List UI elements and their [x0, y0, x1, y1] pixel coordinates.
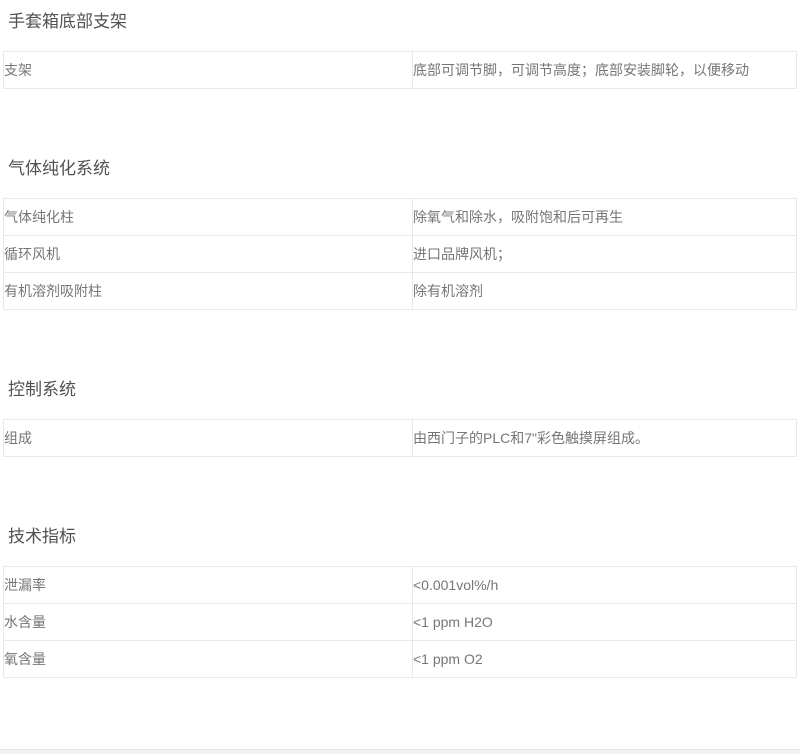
spec-table: 泄漏率 <0.001vol%/h 水含量 <1 ppm H2O 氧含量 <1 p… [3, 566, 797, 678]
table-row: 气体纯化柱 除氧气和除水，吸附饱和后可再生 [4, 199, 797, 236]
spec-table: 组成 由西门子的PLC和7"彩色触摸屏组成。 [3, 419, 797, 457]
spec-value: 进口品牌风机； [413, 236, 797, 273]
spec-label: 气体纯化柱 [4, 199, 413, 236]
section-control-system: 控制系统 组成 由西门子的PLC和7"彩色触摸屏组成。 [0, 381, 800, 457]
spec-label: 有机溶剂吸附柱 [4, 273, 413, 310]
spec-value: 除氧气和除水，吸附饱和后可再生 [413, 199, 797, 236]
table-row: 泄漏率 <0.001vol%/h [4, 567, 797, 604]
spec-page: 手套箱底部支架 支架 底部可调节脚，可调节高度；底部安装脚轮，以便移动 气体纯化… [0, 13, 800, 754]
spec-value: <1 ppm H2O [413, 604, 797, 641]
spec-value: 由西门子的PLC和7"彩色触摸屏组成。 [413, 420, 797, 457]
table-row: 氧含量 <1 ppm O2 [4, 641, 797, 678]
spec-label: 氧含量 [4, 641, 413, 678]
table-row: 支架 底部可调节脚，可调节高度；底部安装脚轮，以便移动 [4, 52, 797, 89]
section-title: 控制系统 [8, 381, 800, 399]
table-row: 组成 由西门子的PLC和7"彩色触摸屏组成。 [4, 420, 797, 457]
section-title: 技术指标 [8, 528, 800, 546]
table-row: 有机溶剂吸附柱 除有机溶剂 [4, 273, 797, 310]
spec-value: 除有机溶剂 [413, 273, 797, 310]
table-row: 循环风机 进口品牌风机； [4, 236, 797, 273]
spec-table: 气体纯化柱 除氧气和除水，吸附饱和后可再生 循环风机 进口品牌风机； 有机溶剂吸… [3, 198, 797, 310]
spec-table: 支架 底部可调节脚，可调节高度；底部安装脚轮，以便移动 [3, 51, 797, 89]
section-gas-purification-system: 气体纯化系统 气体纯化柱 除氧气和除水，吸附饱和后可再生 循环风机 进口品牌风机… [0, 160, 800, 310]
spec-value: <1 ppm O2 [413, 641, 797, 678]
page-bottom-strip [0, 749, 800, 754]
spec-value: 底部可调节脚，可调节高度；底部安装脚轮，以便移动 [413, 52, 797, 89]
spec-label: 水含量 [4, 604, 413, 641]
section-technical-specs: 技术指标 泄漏率 <0.001vol%/h 水含量 <1 ppm H2O 氧含量… [0, 528, 800, 678]
section-glovebox-bottom-bracket: 手套箱底部支架 支架 底部可调节脚，可调节高度；底部安装脚轮，以便移动 [0, 13, 800, 89]
spec-label: 泄漏率 [4, 567, 413, 604]
table-row: 水含量 <1 ppm H2O [4, 604, 797, 641]
spec-label: 组成 [4, 420, 413, 457]
spec-label: 循环风机 [4, 236, 413, 273]
section-title: 气体纯化系统 [8, 160, 800, 178]
spec-value: <0.001vol%/h [413, 567, 797, 604]
spec-label: 支架 [4, 52, 413, 89]
section-title: 手套箱底部支架 [8, 13, 800, 31]
